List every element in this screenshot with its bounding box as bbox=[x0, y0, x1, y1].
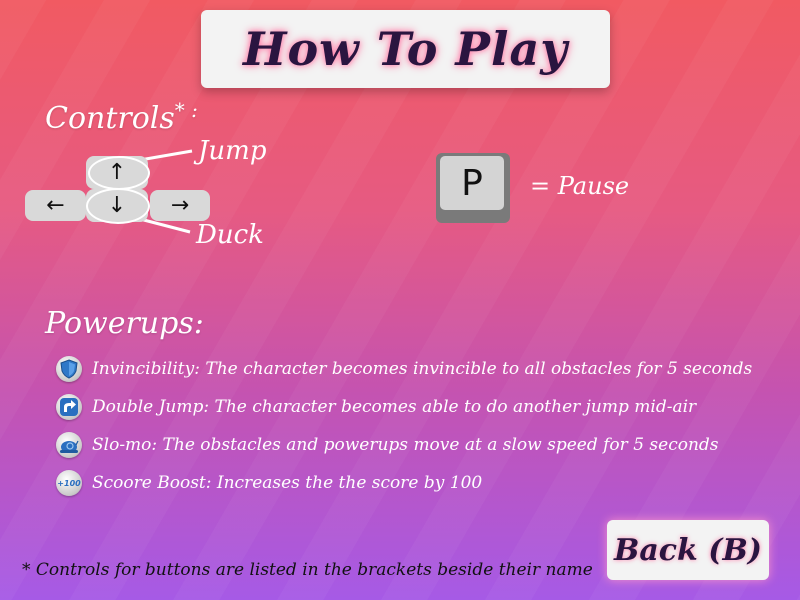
right-arrow-icon: → bbox=[170, 193, 190, 218]
powerup-description: Slo-mo: The obstacles and powerups move … bbox=[92, 435, 719, 455]
powerup-item-double-jump: Double Jump: The character becomes able … bbox=[56, 393, 696, 421]
controls-footnote: * Controls for buttons are listed in the… bbox=[22, 560, 593, 580]
powerup-description: Double Jump: The character becomes able … bbox=[92, 397, 697, 417]
back-button[interactable]: Back (B) bbox=[607, 520, 769, 580]
title-panel: How To Play bbox=[201, 10, 610, 88]
plus-100-icon-text: +100 bbox=[57, 478, 81, 488]
powerup-item-slo-mo: Slo-mo: The obstacles and powerups move … bbox=[56, 431, 719, 459]
shield-icon bbox=[56, 356, 82, 382]
powerup-item-invincibility: Invincibility: The character becomes inv… bbox=[56, 355, 752, 383]
left-arrow-key: ← bbox=[25, 190, 86, 221]
snail-icon bbox=[56, 432, 82, 458]
pause-key-face: P bbox=[440, 156, 504, 210]
jump-pointer-line bbox=[139, 149, 193, 162]
double-jump-arrow-icon bbox=[56, 394, 82, 420]
powerup-description: Invincibility: The character becomes inv… bbox=[92, 359, 753, 379]
control-pointer-lines bbox=[139, 149, 193, 234]
powerup-description: Scoore Boost: Increases the the score by… bbox=[92, 473, 483, 493]
right-arrow-key: → bbox=[150, 190, 210, 221]
pause-label: = Pause bbox=[530, 172, 630, 200]
powerups-heading: Powerups: bbox=[45, 306, 204, 341]
left-arrow-icon: ← bbox=[46, 193, 65, 218]
back-button-label: Back (B) bbox=[613, 532, 763, 568]
down-key-highlight bbox=[86, 188, 150, 224]
page-title: How To Play bbox=[242, 22, 568, 76]
controls-heading: Controls* : bbox=[45, 98, 198, 136]
pause-key: P bbox=[436, 153, 510, 223]
plus-100-icon: +100 bbox=[56, 470, 82, 496]
jump-label: Jump bbox=[198, 136, 267, 166]
duck-label: Duck bbox=[196, 220, 264, 250]
powerup-item-score-boost: +100 Scoore Boost: Increases the the sco… bbox=[56, 469, 482, 497]
up-key-highlight bbox=[88, 156, 150, 190]
controls-heading-mark: * : bbox=[174, 98, 198, 122]
controls-heading-text: Controls bbox=[45, 101, 175, 136]
